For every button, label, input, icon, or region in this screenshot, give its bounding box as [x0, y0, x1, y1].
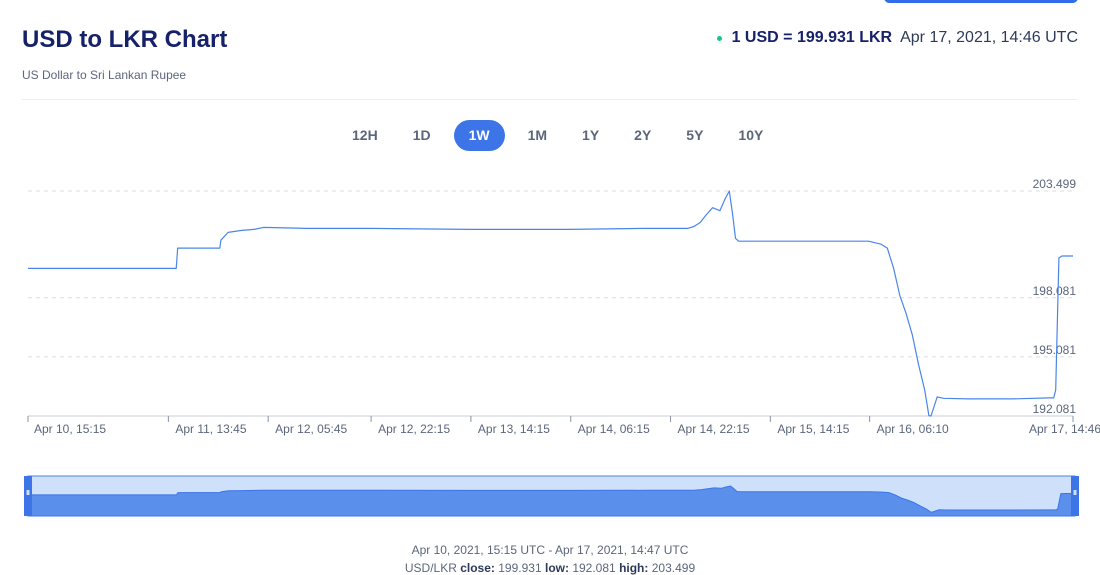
navigator-left-handle[interactable]	[24, 476, 32, 516]
x-tick-label: Apr 12, 22:15	[378, 422, 450, 436]
x-tick-label: Apr 16, 06:10	[877, 422, 949, 436]
y-tick-label: 198.081	[1033, 284, 1077, 298]
x-tick-label: Apr 11, 13:45	[175, 422, 246, 436]
range-tab-1m[interactable]: 1M	[516, 120, 559, 151]
handle-grip-icon	[26, 490, 30, 495]
range-tab-1y[interactable]: 1Y	[570, 120, 611, 151]
selected-date-range: Apr 10, 2021, 15:15 UTC - Apr 17, 2021, …	[411, 543, 689, 557]
high-value: 203.499	[651, 561, 696, 575]
header-divider	[22, 99, 1078, 100]
x-tick-label: Apr 12, 05:45	[275, 422, 347, 436]
rate-timestamp: Apr 17, 2021, 14:46 UTC	[900, 29, 1078, 46]
low-value: 192.081	[572, 561, 616, 575]
time-range-tabs: 12H 1D 1W 1M 1Y 2Y 5Y 10Y	[340, 120, 786, 151]
range-stats: USD/LKR close: 199.931 low: 192.081 high…	[0, 561, 1100, 575]
range-tab-12h[interactable]: 12H	[340, 120, 390, 151]
pair-label: USD/LKR	[404, 561, 457, 575]
x-tick-label: Apr 10, 15:15	[34, 422, 106, 436]
range-tab-10y[interactable]: 10Y	[726, 120, 775, 151]
high-label: high:	[619, 561, 649, 575]
chart-range-navigator[interactable]	[0, 470, 1100, 522]
rate-line-chart[interactable]: 203.499 198.081 195.081 192.081 Apr 10, 15:1…	[0, 170, 1100, 440]
range-tab-2y[interactable]: 2Y	[622, 120, 663, 151]
x-tick-label: Apr 14, 06:15	[578, 422, 650, 436]
current-rate: 1 USD = 199.931 LKR	[731, 29, 893, 46]
range-tab-5y[interactable]: 5Y	[674, 120, 715, 151]
y-tick-label: 203.499	[1033, 177, 1077, 191]
x-tick-label: Apr 17, 14:46	[1029, 422, 1100, 436]
current-rate-readout: 1 USD = 199.931 LKR Apr 17, 2021, 14:46 …	[716, 29, 1078, 47]
close-label: close:	[460, 561, 495, 575]
close-value: 199.931	[498, 561, 542, 575]
navigator-right-handle[interactable]	[1071, 476, 1079, 516]
x-tick-label: Apr 14, 22:15	[678, 422, 750, 436]
handle-grip-icon	[1073, 490, 1077, 495]
page-title: USD to LKR Chart	[22, 26, 228, 53]
live-status-icon	[716, 35, 722, 41]
low-label: low:	[544, 561, 569, 575]
y-tick-label: 192.081	[1033, 402, 1077, 416]
range-tab-1w[interactable]: 1W	[453, 120, 505, 151]
header-action-button[interactable]	[884, 0, 1078, 3]
x-tick-label: Apr 13, 14:15	[478, 422, 550, 436]
usd-lkr-series-line[interactable]	[28, 190, 1073, 417]
x-tick-label: Apr 15, 14:15	[777, 422, 849, 436]
range-tab-1d[interactable]: 1D	[401, 120, 443, 151]
y-tick-label: 195.081	[1033, 343, 1077, 357]
page-subtitle: US Dollar to Sri Lankan Rupee	[22, 68, 187, 82]
